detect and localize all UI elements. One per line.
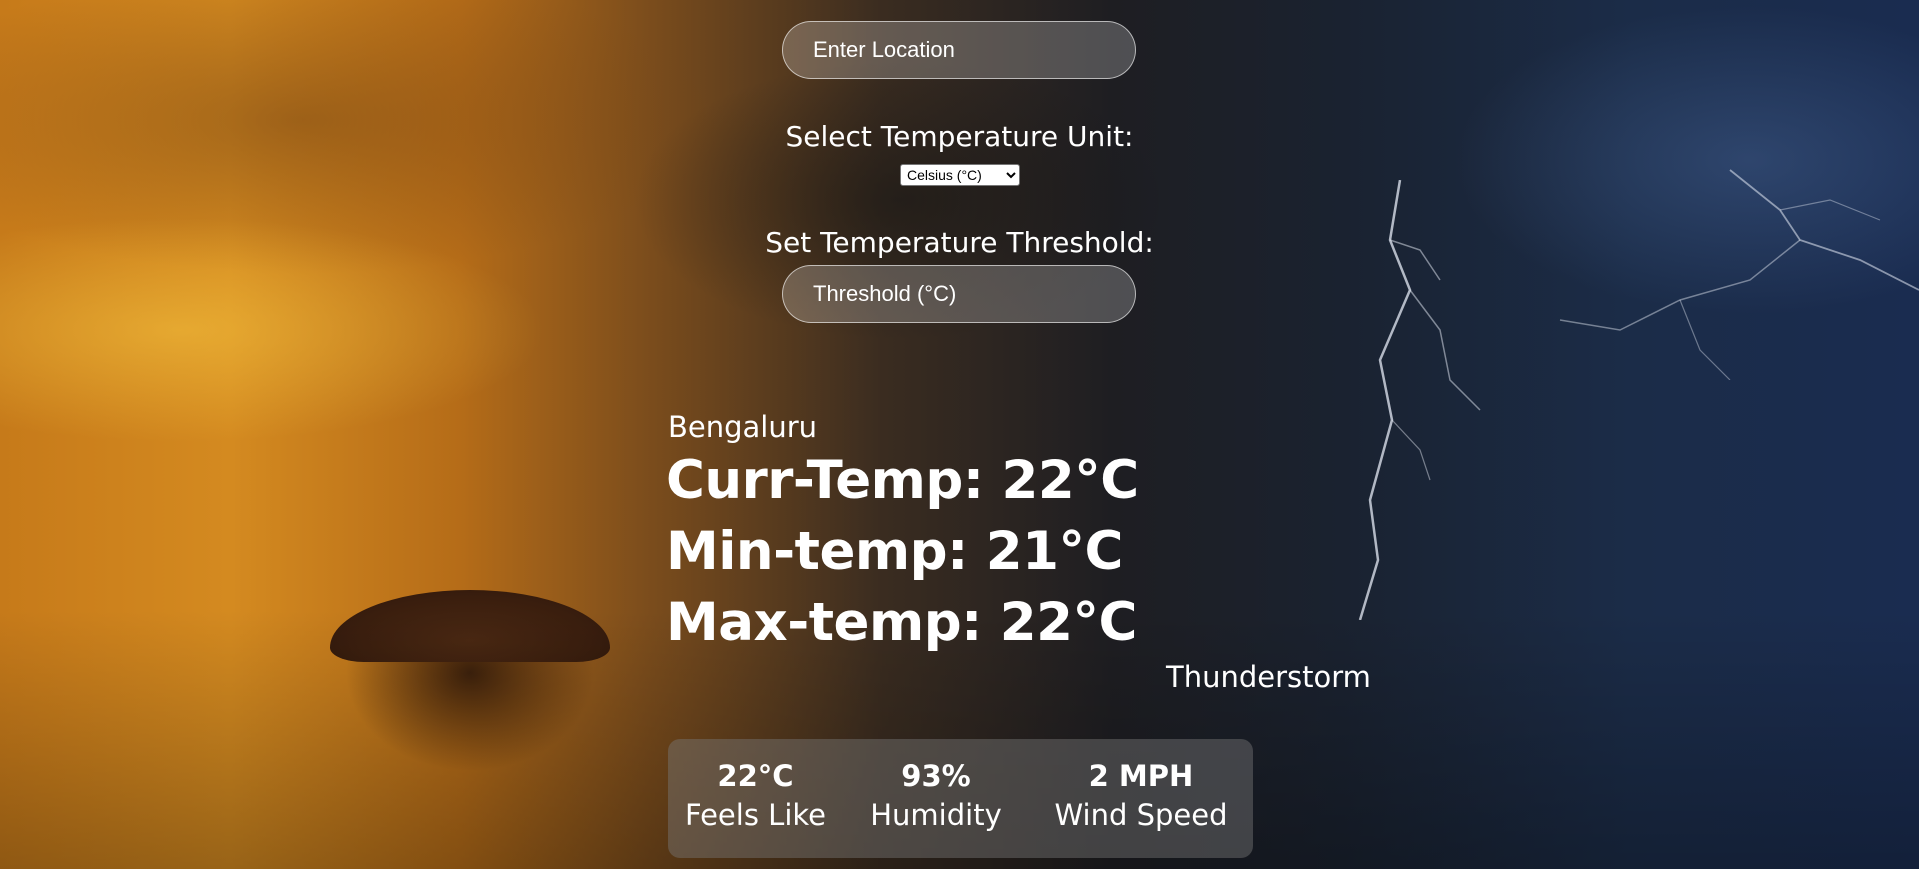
temperature-threshold-label: Set Temperature Threshold: [765, 226, 1154, 259]
max-temperature: Max-temp: 22°C [666, 592, 1137, 653]
wind-speed-label: Wind Speed [1054, 798, 1228, 832]
feels-like-label: Feels Like [685, 798, 826, 832]
current-temperature: Curr-Temp: 22°C [666, 450, 1139, 511]
island-silhouette [330, 590, 610, 662]
min-temperature: Min-temp: 21°C [666, 521, 1123, 582]
weather-stats-panel: 22°C Feels Like 93% Humidity 2 MPH Wind … [668, 739, 1253, 858]
island-reflection [345, 662, 595, 772]
location-search-input[interactable] [782, 21, 1136, 79]
wind-speed-stat: 2 MPH Wind Speed [1029, 757, 1253, 835]
temperature-unit-select[interactable]: Celsius (°C) [900, 164, 1020, 186]
weather-description: Thunderstorm [1166, 660, 1371, 694]
humidity-value: 93% [901, 759, 971, 793]
wind-speed-value: 2 MPH [1088, 759, 1194, 793]
temperature-unit-label: Select Temperature Unit: [785, 120, 1134, 153]
lightning-bolt-right [1559, 169, 1919, 380]
humidity-stat: 93% Humidity [843, 757, 1029, 835]
humidity-label: Humidity [870, 798, 1002, 832]
city-name: Bengaluru [668, 410, 818, 444]
threshold-input[interactable] [782, 265, 1136, 323]
feels-like-value: 22°C [717, 759, 794, 793]
feels-like-stat: 22°C Feels Like [668, 757, 843, 835]
